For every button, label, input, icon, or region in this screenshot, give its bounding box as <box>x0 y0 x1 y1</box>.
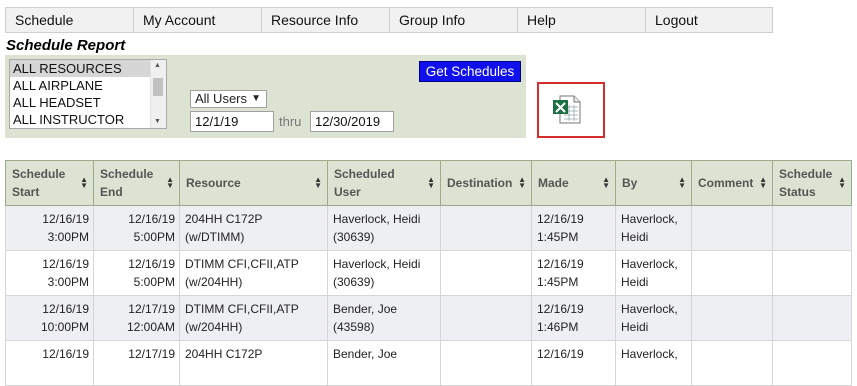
sort-icon[interactable]: ▲ ▼ <box>759 176 767 190</box>
col-made[interactable]: Made ▲ ▼ <box>531 160 616 206</box>
cell-comment <box>691 340 773 386</box>
resource-option[interactable]: ALL RESOURCES <box>10 60 166 77</box>
cell-made: 12/16/19 1:45PM <box>531 205 616 251</box>
cell-end: 12/16/19 5:00PM <box>93 205 180 251</box>
sort-icon[interactable]: ▲ ▼ <box>166 176 174 190</box>
cell-destination <box>440 205 532 251</box>
cell-made: 12/16/19 <box>531 340 616 386</box>
resource-option[interactable]: ALL HEADSET <box>10 94 166 111</box>
scroll-up-icon[interactable]: ▲ <box>154 62 161 70</box>
sort-icon[interactable]: ▲ ▼ <box>838 176 846 190</box>
cell-comment <box>691 205 773 251</box>
col-scheduled-user[interactable]: Scheduled User ▲ ▼ <box>327 160 441 206</box>
cell-start: 12/16/19 3:00PM <box>5 250 94 296</box>
table-row[interactable]: 12/16/19 12/17/19 204HH C172P Bender, Jo… <box>5 340 852 386</box>
cell-comment <box>691 250 773 296</box>
date-from-input[interactable]: 12/1/19 <box>190 111 274 132</box>
cell-by: Haverlock, <box>615 340 692 386</box>
cell-start: 12/16/19 <box>5 340 94 386</box>
nav-logout[interactable]: Logout <box>645 7 773 33</box>
cell-by: Haverlock, Heidi <box>615 205 692 251</box>
schedule-table: Schedule Start ▲ ▼ Schedule End ▲ ▼ Resource… <box>5 160 852 386</box>
cell-destination <box>440 340 532 386</box>
date-to-input[interactable]: 12/30/2019 <box>310 111 394 132</box>
cell-status <box>772 295 852 341</box>
sort-icon[interactable]: ▲ ▼ <box>678 176 686 190</box>
cell-status <box>772 205 852 251</box>
cell-resource: DTIMM CFI,CFII,ATP (w/204HH) <box>179 295 328 341</box>
sort-icon[interactable]: ▲ ▼ <box>518 176 526 190</box>
cell-resource: DTIMM CFI,CFII,ATP (w/204HH) <box>179 250 328 296</box>
col-schedule-end[interactable]: Schedule End ▲ ▼ <box>93 160 180 206</box>
excel-export-highlight <box>537 82 605 138</box>
cell-status <box>772 340 852 386</box>
sort-icon[interactable]: ▲ ▼ <box>602 176 610 190</box>
cell-user: Bender, Joe <box>327 340 441 386</box>
col-destination[interactable]: Destination ▲ ▼ <box>440 160 532 206</box>
cell-status <box>772 250 852 296</box>
cell-by: Haverlock, Heidi <box>615 295 692 341</box>
nav-group-info[interactable]: Group Info <box>389 7 517 33</box>
resource-option[interactable]: ALL AIRPLANE <box>10 77 166 94</box>
col-comment[interactable]: Comment ▲ ▼ <box>691 160 773 206</box>
cell-comment <box>691 295 773 341</box>
table-row[interactable]: 12/16/19 3:00PM 12/16/19 5:00PM DTIMM CFI,… <box>5 250 852 296</box>
cell-user: Haverlock, Heidi (30639) <box>327 250 441 296</box>
get-schedules-button[interactable]: Get Schedules <box>419 61 521 82</box>
cell-resource: 204HH C172P <box>179 340 328 386</box>
chevron-down-icon: ▼ <box>251 93 261 104</box>
cell-resource: 204HH C172P (w/DTIMM) <box>179 205 328 251</box>
col-resource[interactable]: Resource ▲ ▼ <box>179 160 328 206</box>
top-nav: Schedule My Account Resource Info Group … <box>5 7 773 33</box>
nav-schedule[interactable]: Schedule <box>5 7 133 33</box>
table-header-row: Schedule Start ▲ ▼ Schedule End ▲ ▼ Resource… <box>5 160 852 206</box>
listbox-scrollbar[interactable]: ▲ ▼ <box>150 60 166 128</box>
scrollbar-thumb[interactable] <box>153 78 163 96</box>
cell-start: 12/16/19 3:00PM <box>5 205 94 251</box>
nav-my-account[interactable]: My Account <box>133 7 261 33</box>
cell-destination <box>440 295 532 341</box>
cell-made: 12/16/19 1:46PM <box>531 295 616 341</box>
sort-icon[interactable]: ▲ ▼ <box>314 176 322 190</box>
nav-help[interactable]: Help <box>517 7 645 33</box>
excel-export-icon[interactable] <box>551 93 583 125</box>
sort-icon[interactable]: ▲ ▼ <box>80 176 88 190</box>
cell-user: Haverlock, Heidi (30639) <box>327 205 441 251</box>
users-select[interactable]: All Users ▼ <box>190 90 267 108</box>
cell-made: 12/16/19 1:45PM <box>531 250 616 296</box>
cell-end: 12/17/19 <box>93 340 180 386</box>
cell-end: 12/17/19 12:00AM <box>93 295 180 341</box>
cell-by: Haverlock, Heidi <box>615 250 692 296</box>
thru-label: thru <box>279 114 302 129</box>
nav-resource-info[interactable]: Resource Info <box>261 7 389 33</box>
cell-destination <box>440 250 532 296</box>
resource-option[interactable]: ALL INSTRUCTOR <box>10 111 166 128</box>
cell-user: Bender, Joe (43598) <box>327 295 441 341</box>
table-row[interactable]: 12/16/19 10:00PM 12/17/19 12:00AM DTIMM CF… <box>5 295 852 341</box>
table-row[interactable]: 12/16/19 3:00PM 12/16/19 5:00PM 204HH C172… <box>5 205 852 251</box>
page-title: Schedule Report <box>6 37 126 54</box>
cell-start: 12/16/19 10:00PM <box>5 295 94 341</box>
col-schedule-start[interactable]: Schedule Start ▲ ▼ <box>5 160 94 206</box>
resource-listbox[interactable]: ALL RESOURCES ALL AIRPLANE ALL HEADSET A… <box>9 59 167 129</box>
filter-panel: ALL RESOURCES ALL AIRPLANE ALL HEADSET A… <box>5 55 526 138</box>
users-select-value: All Users <box>195 91 248 106</box>
sort-icon[interactable]: ▲ ▼ <box>427 176 435 190</box>
cell-end: 12/16/19 5:00PM <box>93 250 180 296</box>
scroll-down-icon[interactable]: ▼ <box>154 118 161 126</box>
col-schedule-status[interactable]: Schedule Status ▲ ▼ <box>772 160 852 206</box>
col-by[interactable]: By ▲ ▼ <box>615 160 692 206</box>
